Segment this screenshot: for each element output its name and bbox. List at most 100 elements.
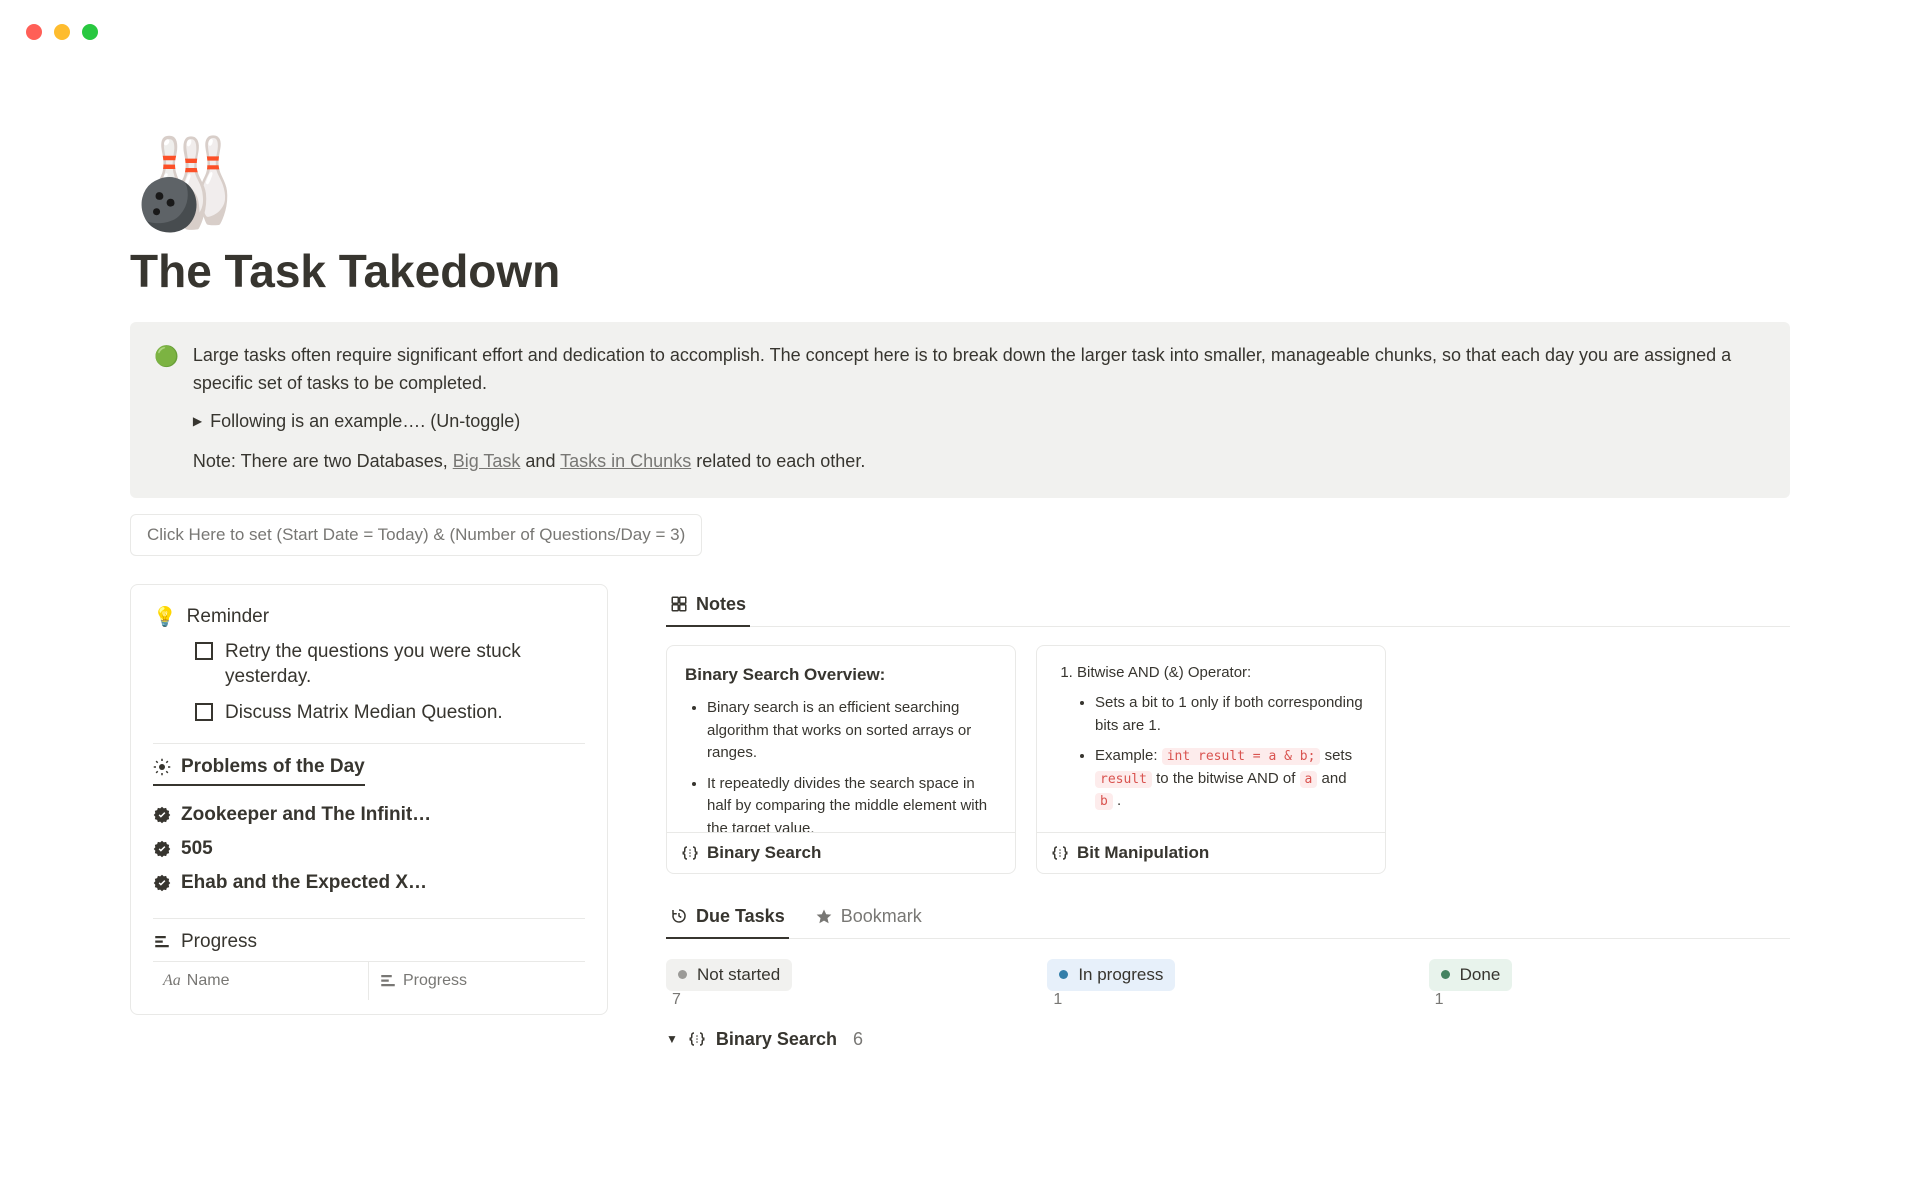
kanban-board: Not started 7 In progress 1 Done [666, 959, 1790, 1009]
reminder-text: Discuss Matrix Median Question. [225, 700, 503, 726]
th-progress[interactable]: Progress [369, 962, 585, 1000]
page-title[interactable]: The Task Takedown [130, 244, 1790, 298]
aa-icon: Aa [163, 972, 181, 990]
callout-note[interactable]: Note: There are two Databases, Big Task … [193, 448, 1766, 476]
note-card-bit-manipulation[interactable]: Bitwise AND (&) Operator: Sets a bit to … [1036, 645, 1386, 874]
minimize-window-icon[interactable] [54, 24, 70, 40]
callout-block: 🟢 Large tasks often require significant … [130, 322, 1790, 498]
note-footer-label: Bit Manipulation [1077, 843, 1209, 863]
note-bullet: Binary search is an efficient searching … [707, 697, 997, 765]
problems-of-day-heading[interactable]: Problems of the Day [153, 756, 365, 786]
kanban-col-in-progress[interactable]: In progress 1 [1047, 959, 1408, 1009]
link-big-task[interactable]: Big Task [453, 451, 521, 471]
bulb-icon: 💡 [153, 605, 177, 629]
th-progress-label: Progress [403, 972, 467, 990]
fullscreen-window-icon[interactable] [82, 24, 98, 40]
inline-code: result [1095, 771, 1152, 788]
note-footer-label: Binary Search [707, 843, 821, 863]
th-name[interactable]: Aa Name [153, 962, 369, 1000]
kanban-label: In progress [1078, 965, 1163, 985]
caret-down-icon: ▼ [666, 1032, 678, 1046]
notes-tabs: Notes [666, 584, 1790, 627]
note-bullet: Example: int result = a & b; sets result… [1095, 745, 1367, 813]
note-bullet: Sets a bit to 1 only if both correspondi… [1095, 692, 1367, 737]
left-panel: 💡 Reminder Retry the questions you were … [130, 584, 608, 1016]
tab-due-label: Due Tasks [696, 906, 785, 927]
th-name-label: Name [187, 972, 230, 990]
kanban-label: Not started [697, 965, 780, 985]
tab-bookmark-label: Bookmark [841, 906, 922, 927]
braces-icon [681, 844, 699, 862]
callout-green-circle-icon: 🟢 [154, 342, 179, 476]
gallery-icon [670, 595, 688, 613]
bullet-prefix: Example: [1095, 747, 1162, 764]
verified-badge-icon [153, 806, 171, 824]
link-tasks-in-chunks[interactable]: Tasks in Chunks [560, 451, 691, 471]
kanban-count: 1 [1053, 991, 1062, 1008]
note-card-title: Binary Search Overview: [685, 662, 997, 688]
progress-table: Aa Name Progress [153, 961, 585, 1000]
reminder-item[interactable]: Retry the questions you were stuck yeste… [195, 639, 585, 690]
problem-name: 505 [181, 838, 213, 860]
note-ol-label: Bitwise AND (&) Operator: [1077, 662, 1367, 685]
tab-notes[interactable]: Notes [666, 584, 750, 627]
tab-bookmark[interactable]: Bookmark [811, 896, 926, 937]
sun-icon [153, 758, 171, 776]
note-card-footer: Bit Manipulation [1037, 832, 1385, 873]
note-mid: and [520, 451, 560, 471]
toggle-label: Following is an example…. (Un-toggle) [210, 408, 520, 436]
note-card-binary-search[interactable]: Binary Search Overview: Binary search is… [666, 645, 1016, 874]
tab-notes-label: Notes [696, 594, 746, 615]
reminder-heading[interactable]: 💡 Reminder [153, 605, 585, 629]
close-window-icon[interactable] [26, 24, 42, 40]
note-bullet: It repeatedly divides the search space i… [707, 773, 997, 832]
kanban-col-not-started[interactable]: Not started 7 [666, 959, 1027, 1009]
reminder-title-text: Reminder [187, 606, 269, 628]
progress-title-text: Progress [181, 931, 257, 953]
status-dot-icon [1059, 970, 1068, 979]
inline-code: int result = a & b; [1162, 748, 1321, 765]
problem-item[interactable]: Zookeeper and The Infinit… [153, 798, 585, 832]
status-dot-icon [1441, 970, 1450, 979]
problem-name: Ehab and the Expected X… [181, 872, 427, 894]
history-icon [670, 907, 688, 925]
bullet-mid: to the bitwise AND of [1152, 770, 1300, 787]
problem-item[interactable]: 505 [153, 832, 585, 866]
reminder-item[interactable]: Discuss Matrix Median Question. [195, 700, 585, 726]
verified-badge-icon [153, 874, 171, 892]
page-icon-bowling[interactable]: 🎳 [130, 140, 240, 228]
inline-code: a [1300, 771, 1318, 788]
kanban-label: Done [1460, 965, 1501, 985]
kanban-col-done[interactable]: Done 1 [1429, 959, 1790, 1009]
note-card-footer: Binary Search [667, 832, 1015, 873]
reminder-text: Retry the questions you were stuck yeste… [225, 639, 585, 690]
braces-icon [1051, 844, 1069, 862]
tab-due-tasks[interactable]: Due Tasks [666, 896, 789, 939]
toggle-caret-right-icon: ▶ [193, 412, 202, 431]
kanban-count: 7 [672, 991, 681, 1008]
bars-icon [153, 933, 171, 951]
kanban-count: 1 [1435, 991, 1444, 1008]
braces-icon [688, 1030, 706, 1048]
bullet-mid: sets [1320, 747, 1352, 764]
bars-icon [379, 972, 397, 990]
note-suffix: related to each other. [691, 451, 865, 471]
group-label: Binary Search [716, 1029, 837, 1050]
checkbox-icon[interactable] [195, 703, 213, 721]
callout-text[interactable]: Large tasks often require significant ef… [193, 342, 1766, 398]
checkbox-icon[interactable] [195, 642, 213, 660]
note-prefix: Note: There are two Databases, [193, 451, 453, 471]
bullet-mid: and [1317, 770, 1346, 787]
window-traffic-lights [26, 24, 98, 40]
progress-heading[interactable]: Progress [153, 931, 257, 953]
bullet-suffix: . [1113, 792, 1121, 809]
callout-toggle[interactable]: ▶ Following is an example…. (Un-toggle) [193, 408, 1766, 436]
verified-badge-icon [153, 840, 171, 858]
inline-code: b [1095, 793, 1113, 810]
problem-name: Zookeeper and The Infinit… [181, 804, 431, 826]
status-dot-icon [678, 970, 687, 979]
group-count: 6 [853, 1029, 863, 1050]
problem-item[interactable]: Ehab and the Expected X… [153, 866, 585, 900]
group-binary-search[interactable]: ▼ Binary Search 6 [666, 1029, 1790, 1050]
set-start-date-button[interactable]: Click Here to set (Start Date = Today) &… [130, 514, 702, 556]
